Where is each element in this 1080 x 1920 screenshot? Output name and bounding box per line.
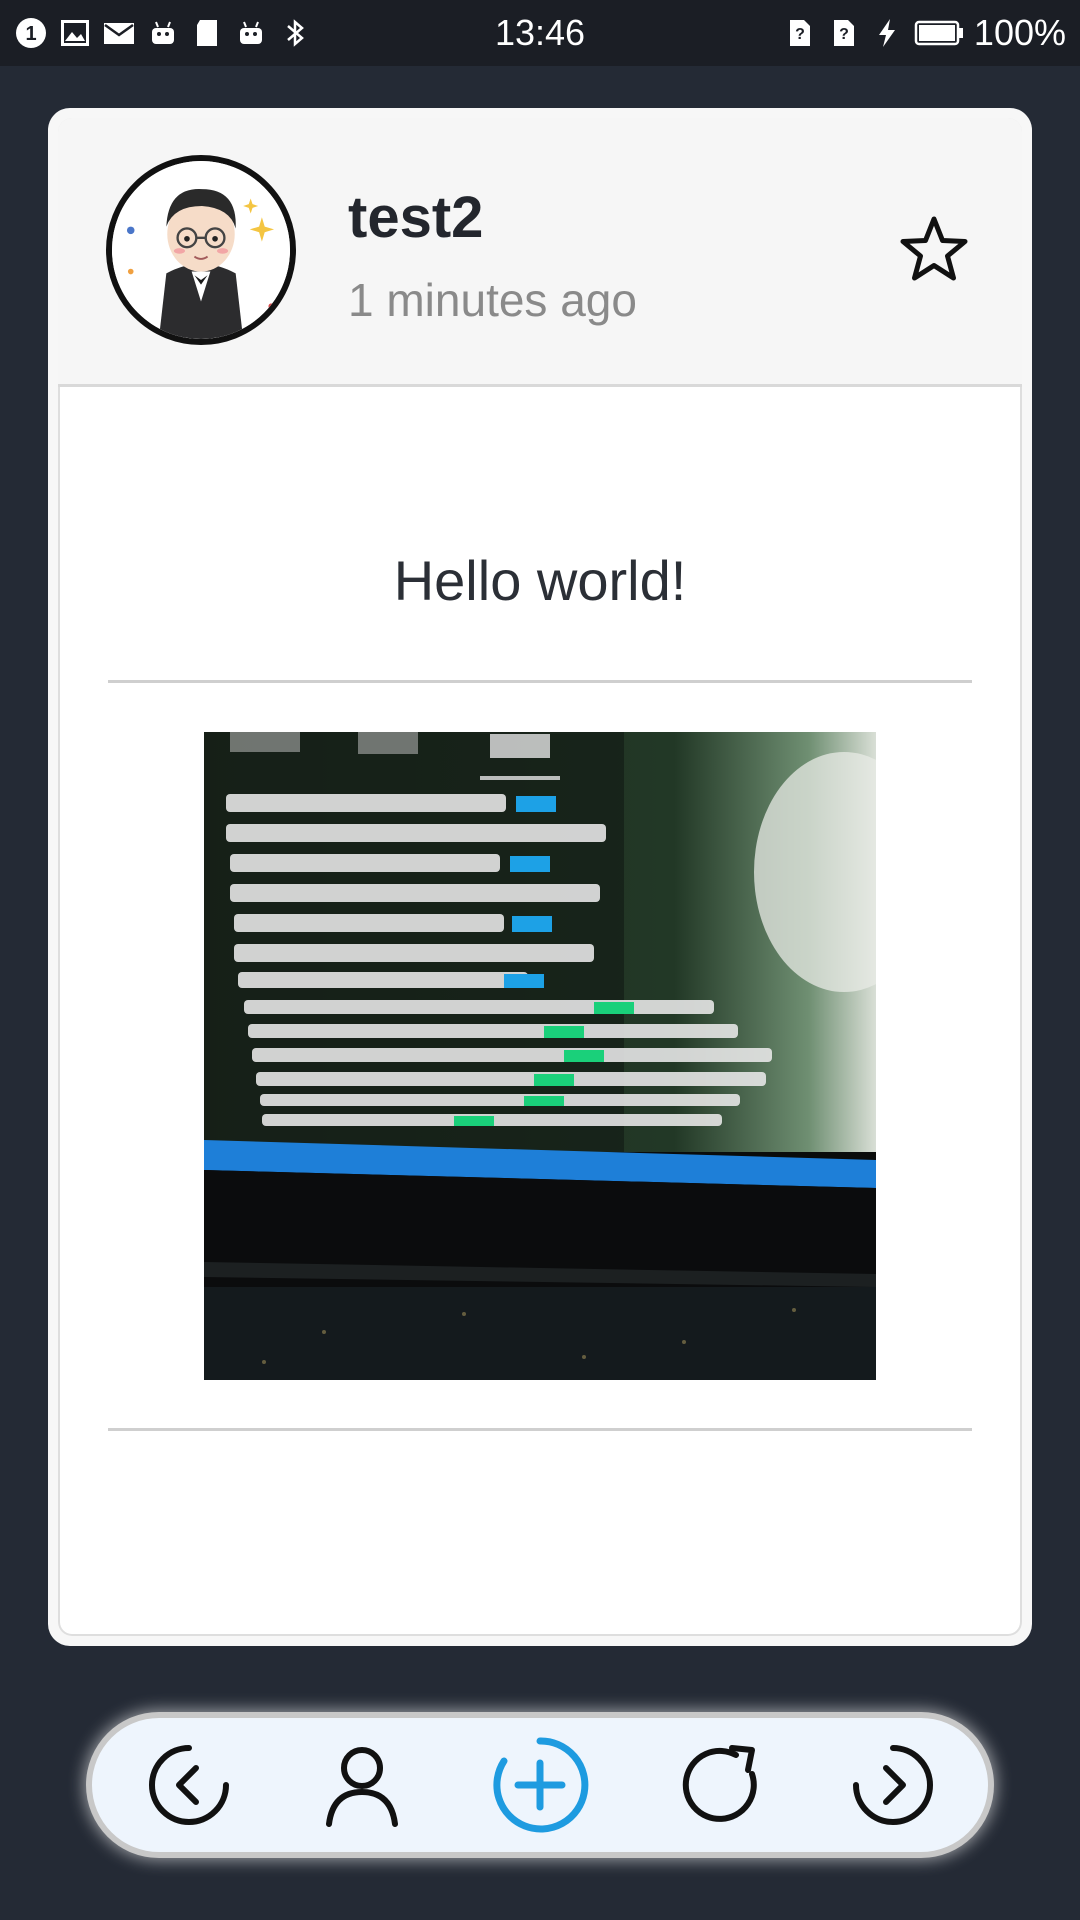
battery-icon bbox=[914, 16, 964, 50]
gallery-icon bbox=[58, 16, 92, 50]
android-icon bbox=[234, 16, 268, 50]
avatar-illustration bbox=[112, 161, 290, 339]
bluetooth-icon bbox=[278, 16, 312, 50]
username[interactable]: test2 bbox=[348, 184, 483, 251]
favorite-button[interactable] bbox=[896, 213, 972, 289]
post-text: Hello world! bbox=[393, 549, 687, 612]
post-header: test2 1 minutes ago bbox=[58, 118, 1022, 387]
svg-text:1: 1 bbox=[25, 23, 36, 45]
sim-unknown-icon: ? bbox=[782, 16, 816, 50]
bottom-nav bbox=[92, 1718, 988, 1852]
android-icon bbox=[146, 16, 180, 50]
add-post-button[interactable] bbox=[490, 1735, 590, 1835]
next-button[interactable] bbox=[848, 1740, 938, 1830]
post-timestamp: 1 minutes ago bbox=[348, 274, 637, 326]
status-icons-right: ? ? 100% bbox=[782, 12, 1066, 54]
post-image[interactable] bbox=[204, 732, 876, 1380]
avatar[interactable] bbox=[106, 155, 296, 345]
mail-icon bbox=[102, 16, 136, 50]
chevron-left-circle-icon bbox=[149, 1745, 229, 1825]
divider bbox=[108, 680, 972, 683]
star-outline-icon bbox=[900, 216, 968, 281]
post-card: test2 1 minutes ago Hello world! bbox=[58, 118, 1022, 1636]
user-icon bbox=[326, 1747, 398, 1827]
terminal-photo bbox=[204, 732, 876, 1380]
sim-unknown-icon: ? bbox=[826, 16, 860, 50]
user-button[interactable] bbox=[317, 1740, 407, 1830]
sd-card-icon bbox=[190, 16, 224, 50]
battery-percent: 100% bbox=[973, 12, 1066, 53]
chevron-right-circle-icon bbox=[853, 1745, 933, 1825]
svg-text:?: ? bbox=[839, 26, 849, 43]
svg-text:?: ? bbox=[795, 26, 805, 43]
prev-button[interactable] bbox=[144, 1740, 234, 1830]
refresh-button[interactable] bbox=[676, 1740, 766, 1830]
plus-circle-icon bbox=[493, 1737, 589, 1833]
divider bbox=[108, 1428, 972, 1431]
status-icons-left: 1 bbox=[14, 16, 312, 50]
status-bar: 1 13:46 ? ? 100% bbox=[0, 0, 1080, 66]
charging-icon bbox=[870, 16, 904, 50]
refresh-icon bbox=[682, 1745, 757, 1822]
notification-count-icon: 1 bbox=[14, 16, 48, 50]
